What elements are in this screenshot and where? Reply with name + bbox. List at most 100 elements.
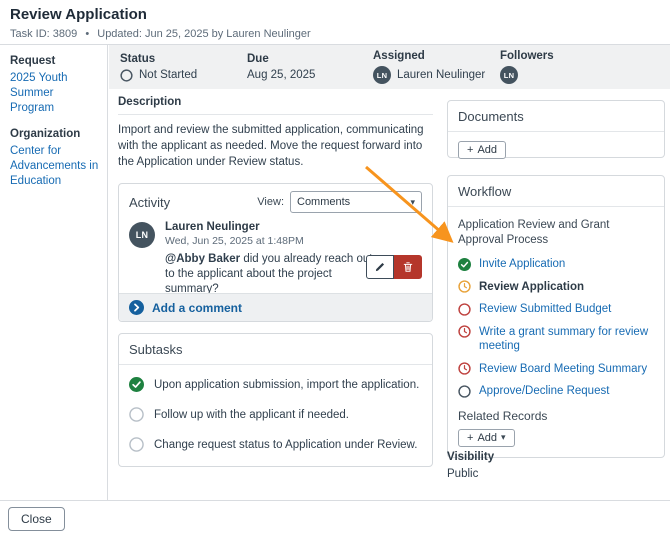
updated-text: Updated: Jun 25, 2025 by Lauren Neulinge… (97, 28, 310, 40)
plus-icon: + (467, 432, 473, 444)
footer-divider (0, 500, 670, 501)
comment-avatar: LN (129, 222, 155, 248)
view-select-value: Comments (297, 196, 410, 208)
workflow-steps: Invite Application Review Application Re… (458, 257, 654, 399)
workflow-step: Review Board Meeting Summary (458, 362, 654, 377)
chevron-down-icon: ▾ (501, 432, 506, 443)
organization-link[interactable]: Center for Advancements in Education (10, 144, 99, 189)
assigned-label: Assigned (373, 50, 500, 62)
comment-author: Lauren Neulinger (165, 221, 422, 233)
subtask-row: Upon application submission, import the … (129, 377, 422, 392)
workflow-step-current: Review Application (479, 280, 584, 295)
workflow-step: Invite Application (458, 257, 654, 272)
add-related-record-button[interactable]: + Add ▾ (458, 429, 515, 447)
workflow-step-link[interactable]: Approve/Decline Request (479, 384, 609, 399)
workflow-step: Review Application (458, 280, 654, 295)
clock-icon (458, 280, 471, 293)
left-sidebar: Request 2025 Youth Summer Program Organi… (0, 45, 108, 500)
due-label: Due (247, 53, 373, 65)
comment-mention: @Abby Baker (165, 253, 240, 265)
add-document-label: Add (477, 144, 497, 156)
assigned-value: LN Lauren Neulinger (373, 66, 500, 84)
workflow-card: Workflow Application Review and Grant Ap… (447, 175, 665, 458)
status-label: Status (120, 53, 247, 65)
workflow-step-link[interactable]: Review Board Meeting Summary (479, 362, 647, 377)
subtask-label: Upon application submission, import the … (154, 379, 419, 391)
description-heading: Description (118, 96, 433, 115)
add-document-button[interactable]: + Add (458, 141, 506, 159)
comment-text: @Abby Baker did you already reach out to… (165, 252, 380, 297)
close-button[interactable]: Close (8, 507, 65, 531)
pencil-icon (374, 261, 386, 273)
task-meta: Task ID: 3809 • Updated: Jun 25, 2025 by… (10, 28, 316, 40)
empty-circle-icon[interactable] (129, 437, 144, 452)
status-bar: Status Not Started Due Aug 25, 2025 Assi… (109, 45, 670, 89)
view-label: View: (257, 196, 284, 208)
documents-card: Documents + Add (447, 100, 665, 158)
clock-icon (458, 325, 471, 338)
add-comment-button[interactable]: Add a comment (119, 293, 432, 321)
workflow-step-link[interactable]: Review Submitted Budget (479, 302, 611, 317)
documents-heading: Documents (448, 101, 664, 132)
check-circle-icon[interactable] (129, 377, 144, 392)
view-select[interactable]: Comments ▾ (290, 191, 422, 213)
activity-card: Activity View: Comments ▾ LN Lauren Neul… (118, 183, 433, 322)
subtask-row: Follow up with the applicant if needed. (129, 407, 422, 422)
comment-item: LN Lauren Neulinger Wed, Jun 25, 2025 at… (119, 219, 432, 297)
subtask-label: Follow up with the applicant if needed. (154, 409, 349, 421)
subtask-row: Change request status to Application und… (129, 437, 422, 452)
workflow-process-title: Application Review and Grant Approval Pr… (458, 218, 654, 248)
status-value: Not Started (120, 69, 247, 82)
request-link[interactable]: 2025 Youth Summer Program (10, 71, 99, 116)
empty-circle-icon[interactable] (129, 407, 144, 422)
visibility-section: Visibility Public (447, 451, 494, 480)
delete-comment-button[interactable] (394, 255, 422, 279)
edit-comment-button[interactable] (366, 255, 394, 279)
add-comment-label: Add a comment (152, 301, 242, 315)
add-related-record-label: Add (477, 432, 497, 444)
workflow-heading: Workflow (448, 176, 664, 207)
empty-circle-icon (458, 385, 471, 398)
visibility-value: Public (447, 468, 494, 480)
comment-timestamp: Wed, Jun 25, 2025 at 1:48PM (165, 235, 422, 247)
clock-icon (458, 362, 471, 375)
workflow-step: Approve/Decline Request (458, 384, 654, 399)
subtasks-card: Subtasks Upon application submission, im… (118, 333, 433, 467)
activity-header: Activity View: Comments ▾ (119, 184, 432, 219)
description-section: Description Import and review the submit… (118, 96, 433, 170)
workflow-body: Application Review and Grant Approval Pr… (448, 207, 664, 447)
status-text: Not Started (139, 69, 197, 81)
assigned-avatar: LN (373, 66, 391, 84)
followers-label: Followers (500, 50, 554, 62)
due-value: Aug 25, 2025 (247, 69, 373, 81)
meta-separator: • (85, 28, 89, 40)
due-column: Due Aug 25, 2025 (247, 53, 373, 81)
related-records-actions: + Add ▾ (458, 428, 654, 447)
documents-body: + Add (448, 132, 664, 167)
status-column: Status Not Started (120, 53, 247, 82)
trash-icon (402, 261, 414, 273)
task-detail-modal: Review Application Task ID: 3809 • Updat… (0, 0, 670, 533)
followers-value: LN (500, 66, 554, 84)
workflow-step: Write a grant summary for review meeting (458, 325, 654, 354)
workflow-step-link[interactable]: Invite Application (479, 257, 565, 272)
check-circle-icon (458, 258, 471, 271)
subtasks-list: Upon application submission, import the … (119, 365, 432, 452)
request-label: Request (10, 55, 99, 67)
task-id: Task ID: 3809 (10, 28, 77, 40)
assigned-name: Lauren Neulinger (397, 69, 485, 81)
visibility-label: Visibility (447, 451, 494, 463)
related-records-label: Related Records (458, 409, 654, 423)
workflow-step: Review Submitted Budget (458, 302, 654, 317)
followers-column: Followers LN (500, 50, 554, 84)
page-title: Review Application (10, 6, 147, 23)
subtasks-heading: Subtasks (119, 334, 432, 365)
status-not-started-icon (120, 69, 133, 82)
plus-icon: + (467, 144, 473, 156)
workflow-step-link[interactable]: Write a grant summary for review meeting (479, 325, 654, 354)
comment-actions (366, 255, 422, 279)
activity-heading: Activity (129, 195, 257, 210)
description-body: Import and review the submitted applicat… (118, 122, 433, 170)
chevron-right-circle-icon (129, 300, 144, 315)
modal-header: Review Application Task ID: 3809 • Updat… (0, 0, 670, 45)
